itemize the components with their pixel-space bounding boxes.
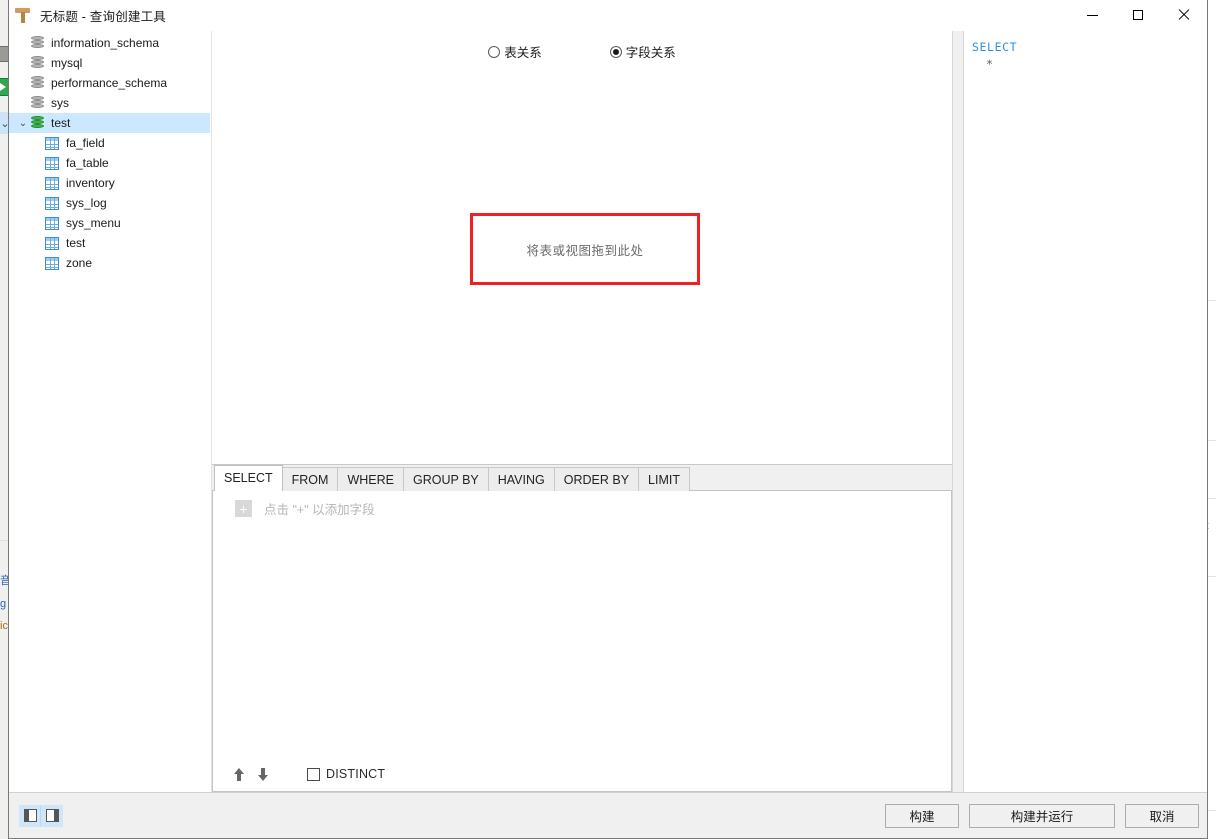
close-icon: [1178, 9, 1190, 21]
database-tree[interactable]: information_schema mysql performance_sch…: [9, 31, 211, 792]
tree-item-test-database[interactable]: ⌄ test: [9, 113, 210, 133]
dialog-body: information_schema mysql performance_sch…: [9, 31, 1207, 792]
database-icon: [31, 76, 44, 90]
radio-label: 字段关系: [625, 46, 676, 60]
move-down-button[interactable]: [251, 762, 275, 786]
tab-limit[interactable]: LIMIT: [638, 467, 690, 491]
tree-item-sys[interactable]: sys: [9, 93, 210, 113]
panel-toggle-group: [19, 804, 63, 827]
database-icon: [31, 96, 44, 110]
sql-preview-panel[interactable]: SELECT *: [964, 31, 1207, 792]
relation-mode-radio-group: 表关系 字段关系: [212, 42, 952, 61]
move-up-button[interactable]: [227, 762, 251, 786]
database-icon-active: [31, 116, 44, 130]
tree-item-mysql[interactable]: mysql: [9, 53, 210, 73]
tab-order-by[interactable]: ORDER BY: [553, 467, 640, 491]
sql-keyword: SELECT: [972, 40, 1018, 54]
tree-item-zone[interactable]: zone: [9, 253, 210, 273]
add-field-row: + 点击 "+" 以添加字段: [213, 491, 951, 518]
tab-select[interactable]: SELECT: [214, 465, 283, 491]
table-icon: [45, 196, 59, 210]
select-tab-panel: + 点击 "+" 以添加字段 DISTINCT: [212, 491, 952, 792]
tree-item-label: fa_field: [66, 136, 105, 150]
center-column: 表关系 字段关系 将表或视图拖到此处 SELECT FROM WHERE GRO…: [211, 31, 952, 792]
table-icon: [45, 216, 59, 230]
distinct-checkbox[interactable]: [307, 767, 320, 781]
tree-item-inventory[interactable]: inventory: [9, 173, 210, 193]
cancel-button[interactable]: 取消: [1125, 803, 1199, 828]
chevron-down-icon[interactable]: ⌄: [15, 118, 31, 129]
tree-item-label: sys_log: [66, 196, 107, 210]
database-icon: [31, 36, 44, 50]
table-icon: [45, 236, 59, 250]
arrow-down-icon: [257, 767, 269, 781]
add-field-button[interactable]: +: [235, 500, 252, 517]
tree-item-label: inventory: [66, 176, 115, 190]
table-icon: [45, 256, 59, 270]
add-field-hint: 点击 "+" 以添加字段: [264, 503, 375, 517]
vertical-splitter[interactable]: [952, 31, 964, 792]
panel-right-icon: [45, 809, 59, 822]
tree-item-fa-field[interactable]: fa_field: [9, 133, 210, 153]
radio-icon-selected: [609, 45, 622, 58]
tree-item-label: test: [66, 236, 86, 250]
tree-item-label: mysql: [51, 56, 83, 70]
tab-group-by[interactable]: GROUP BY: [402, 467, 489, 491]
radio-table-relation[interactable]: 表关系: [488, 42, 542, 61]
query-builder-window: 无标题 - 查询创建工具 information_schema mysql pe…: [8, 0, 1208, 839]
clause-editor: SELECT FROM WHERE GROUP BY HAVING ORDER …: [212, 465, 952, 792]
select-tab-footer: DISTINCT: [213, 757, 951, 791]
tree-item-sys-menu[interactable]: sys_menu: [9, 213, 210, 233]
bottom-action-bar: 构建 构建并运行 取消: [9, 792, 1207, 838]
title-bar: 无标题 - 查询创建工具: [9, 0, 1207, 31]
tree-item-sys-log[interactable]: sys_log: [9, 193, 210, 213]
close-button[interactable]: [1161, 0, 1207, 30]
tab-where[interactable]: WHERE: [337, 467, 404, 491]
tree-item-information-schema[interactable]: information_schema: [9, 33, 210, 53]
diagram-canvas[interactable]: 表关系 字段关系 将表或视图拖到此处: [212, 31, 952, 465]
maximize-button[interactable]: [1115, 0, 1161, 30]
build-and-run-button[interactable]: 构建并运行: [969, 803, 1115, 828]
tab-having[interactable]: HAVING: [487, 467, 555, 491]
minimize-button[interactable]: [1069, 0, 1115, 30]
tree-item-label: fa_table: [66, 156, 109, 170]
tree-item-label: sys: [51, 96, 69, 110]
tree-item-label: sys_menu: [66, 216, 121, 230]
drop-zone-hint: 将表或视图拖到此处: [526, 243, 644, 258]
radio-label: 表关系: [504, 46, 542, 60]
field-list-area[interactable]: [213, 518, 951, 757]
radio-icon: [488, 45, 501, 58]
background-fragment: ic: [0, 620, 8, 632]
clause-tab-strip: SELECT FROM WHERE GROUP BY HAVING ORDER …: [212, 465, 952, 491]
toggle-right-panel-button[interactable]: [41, 804, 63, 827]
distinct-label: DISTINCT: [326, 767, 386, 781]
tree-item-label: performance_schema: [51, 76, 168, 90]
panel-left-icon: [23, 809, 37, 822]
tree-item-label: test: [51, 116, 71, 130]
table-icon: [45, 176, 59, 190]
tree-item-test-table[interactable]: test: [9, 233, 210, 253]
maximize-icon: [1133, 10, 1143, 20]
tree-item-performance-schema[interactable]: performance_schema: [9, 73, 210, 93]
background-fragment: g: [0, 598, 7, 610]
table-icon: [45, 156, 59, 170]
sql-value: *: [986, 57, 993, 71]
hammer-icon: [15, 6, 31, 24]
window-controls: [1069, 0, 1207, 30]
minimize-icon: [1086, 14, 1098, 16]
tree-item-label: information_schema: [51, 36, 160, 50]
table-icon: [45, 136, 59, 150]
tree-item-fa-table[interactable]: fa_table: [9, 153, 210, 173]
tab-from[interactable]: FROM: [281, 467, 339, 491]
toggle-left-panel-button[interactable]: [19, 804, 41, 827]
database-icon: [31, 56, 44, 70]
drop-zone[interactable]: 将表或视图拖到此处: [470, 213, 700, 285]
distinct-checkbox-row[interactable]: DISTINCT: [307, 767, 385, 781]
build-button[interactable]: 构建: [885, 803, 959, 828]
arrow-up-icon: [233, 767, 245, 781]
radio-field-relation[interactable]: 字段关系: [609, 42, 676, 61]
tree-item-label: zone: [66, 256, 93, 270]
window-title: 无标题 - 查询创建工具: [40, 9, 167, 24]
